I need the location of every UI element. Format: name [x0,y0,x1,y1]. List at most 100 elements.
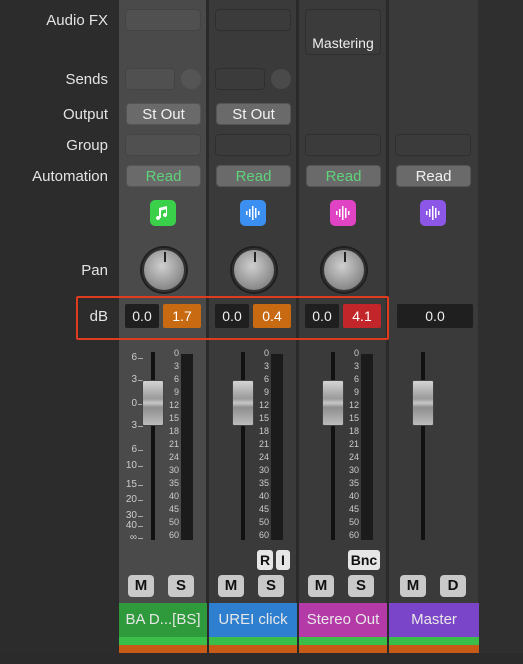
meter-scale-tick: 3 [263,361,269,371]
mute-button[interactable]: M [308,575,334,597]
channel-name[interactable]: BA D...[BS] [119,603,207,637]
meter-scale-tick: 35 [258,478,269,488]
fader-scale-mark [138,450,143,451]
group-slot[interactable] [395,134,471,156]
meter-scale-tick: 3 [353,361,359,371]
volume-readout: 0.0 [397,304,473,328]
volume-fader[interactable] [322,380,344,426]
meter-scale-tick: 9 [173,387,179,397]
waveform-icon[interactable] [240,200,266,226]
send-slot[interactable] [125,68,175,90]
channel-name[interactable]: Stereo Out [299,603,387,637]
automation-button[interactable]: Read [396,165,471,187]
meter-scale-tick: 0 [353,348,359,358]
fader-scale-tick: ∞ [129,532,137,543]
mute-button[interactable]: M [128,575,154,597]
send-slot[interactable] [215,68,265,90]
meter-scale-tick: 30 [348,465,359,475]
fader-scale-tick: 6 [131,352,137,363]
meter-scale-tick: 6 [173,374,179,384]
pan-knob[interactable] [142,248,186,292]
empty-area [478,0,523,664]
meter-scale-tick: 50 [168,517,179,527]
send-knob[interactable] [181,69,201,89]
input-monitor-button[interactable]: I [276,550,290,570]
output-label: Output [62,106,108,123]
mute-button[interactable]: M [400,575,426,597]
output-button[interactable]: St Out [216,103,291,125]
dim-button[interactable]: D [440,575,466,597]
fader-section: 0 3 6 9 12 15 18 21 24 30 35 40 45 50 60 [299,348,387,544]
db-row-highlight [76,296,389,340]
waveform-icon[interactable] [420,200,446,226]
fader-scale-tick: 40 [125,520,137,531]
group-slot[interactable] [125,134,201,156]
channel-color-bar-lower [209,645,297,653]
volume-fader[interactable] [232,380,254,426]
automation-button[interactable]: Read [306,165,381,187]
solo-button[interactable]: S [348,575,374,597]
meter-scale-tick: 12 [168,400,179,410]
channel-name[interactable]: UREI click [209,603,297,637]
meter-scale-tick: 18 [258,426,269,436]
fader-scale-mark [138,485,143,486]
fader-section [389,350,477,544]
output-button[interactable]: St Out [126,103,201,125]
meter-scale-tick: 6 [353,374,359,384]
channel-strip-4[interactable]: Read 0.0 M D Master [388,0,479,664]
mute-button[interactable]: M [218,575,244,597]
fader-scale-tick: 20 [125,494,137,505]
channel-color-bar-lower [299,645,387,653]
meter-scale-tick: 9 [353,387,359,397]
meter-scale-tick: 24 [258,452,269,462]
record-enable-button[interactable]: R [257,550,273,570]
meter-scale-tick: 35 [168,478,179,488]
meter-scale-tick: 50 [258,517,269,527]
volume-fader[interactable] [142,380,164,426]
channel-color-bar [299,637,387,645]
group-slot[interactable] [305,134,381,156]
meter-scale-tick: 40 [168,491,179,501]
fader-scale-mark [138,358,143,359]
mastering-plugin-label[interactable]: Mastering [306,32,380,54]
automation-button[interactable]: Read [126,165,201,187]
fader-scale-mark [138,426,143,427]
fader-scale-tick: 3 [131,374,137,385]
automation-button[interactable]: Read [216,165,291,187]
pan-knob[interactable] [232,248,276,292]
meter-scale-tick: 0 [173,348,179,358]
send-knob[interactable] [271,69,291,89]
pan-knob[interactable] [322,248,366,292]
fader-scale-tick: 6 [131,444,137,455]
meter-scale-tick: 40 [348,491,359,501]
solo-button[interactable]: S [168,575,194,597]
automation-label: Automation [32,168,108,185]
channel-name[interactable]: Master [389,603,479,637]
audio-fx-label: Audio FX [46,12,108,29]
fader-scale-mark [138,516,143,517]
channel-color-bar [389,637,479,645]
meter-scale-tick: 12 [348,400,359,410]
bounce-button[interactable]: Bnc [348,550,380,570]
meter-scale-tick: 0 [263,348,269,358]
meter-scale-tick: 60 [348,530,359,540]
meter-scale-tick: 60 [168,530,179,540]
fader-scale-tick: 10 [125,460,137,471]
bottom-edge [0,653,523,664]
fader-scale-tick: 0 [131,398,137,409]
music-note-icon[interactable] [150,200,176,226]
group-slot[interactable] [215,134,291,156]
audio-fx-slot[interactable]: Mastering [305,9,381,55]
meter-scale: 0 3 6 9 12 15 18 21 24 30 35 40 45 50 60 [345,348,359,544]
meter-scale-tick: 9 [263,387,269,397]
solo-button[interactable]: S [258,575,284,597]
meter-scale-tick: 40 [258,491,269,501]
audio-fx-slot[interactable] [125,9,201,31]
level-meter [271,354,283,540]
group-label: Group [66,137,108,154]
audio-fx-slot[interactable] [215,9,291,31]
volume-fader[interactable] [412,380,434,426]
channel-color-bar-lower [119,645,207,653]
waveform-icon[interactable] [330,200,356,226]
level-meter [181,354,193,540]
